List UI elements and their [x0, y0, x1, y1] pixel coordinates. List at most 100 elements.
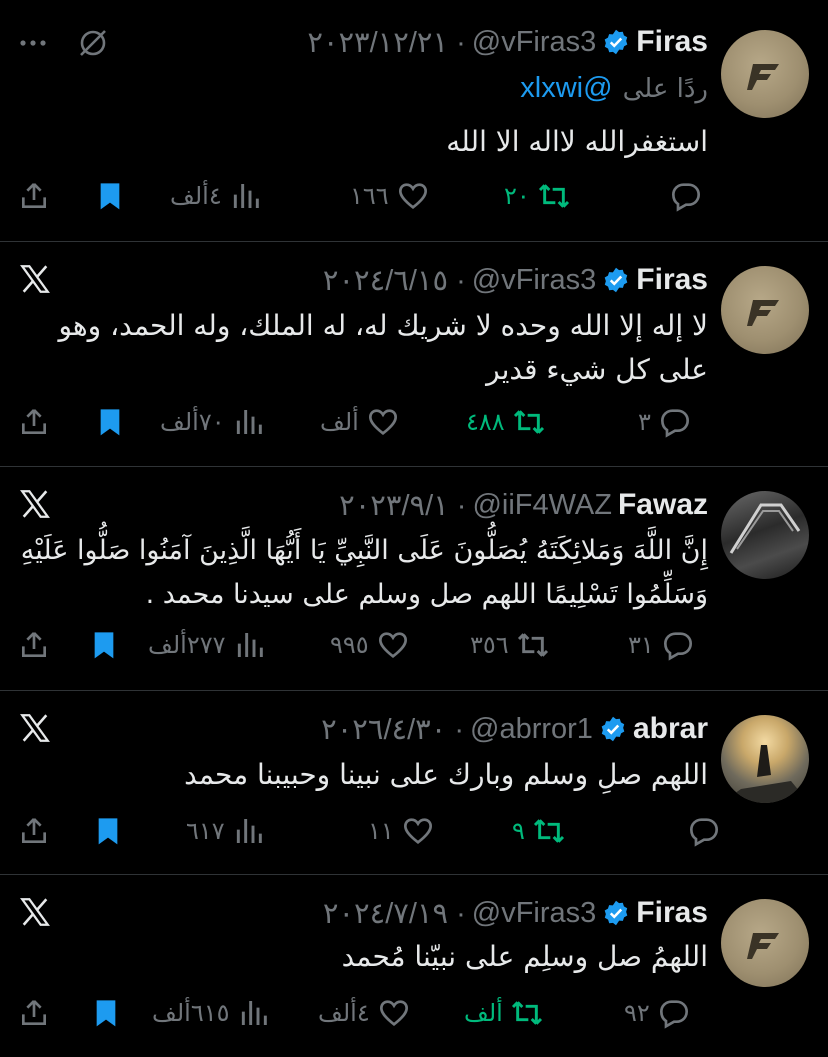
retweet-button[interactable]: ٢٠: [504, 176, 570, 216]
tweet-text: اللهم صلِ وسلم وبارك على نبينا وحبيبنا م…: [184, 758, 708, 791]
views-count: ٦١٥ألف: [152, 999, 230, 1027]
date[interactable]: ٢٠٢٣/٩/١ ·: [339, 488, 466, 523]
reply-count: ٩٢: [624, 999, 650, 1027]
like-count: ٩٩٥: [330, 631, 369, 659]
heart-icon: [378, 632, 407, 659]
share-button[interactable]: [18, 811, 50, 851]
action-bar: ٤ألف ١٦٦ ٢٠: [18, 176, 701, 216]
x-logo-icon[interactable]: [18, 711, 52, 749]
share-button[interactable]: [18, 625, 50, 665]
reply-button[interactable]: [680, 811, 720, 851]
retweet-count: ٢٠: [504, 182, 530, 210]
verified-badge-icon: [604, 267, 628, 293]
reply-button[interactable]: ٩٢: [624, 993, 690, 1033]
display-name[interactable]: Firas: [636, 896, 708, 930]
retweet-icon: [533, 819, 564, 843]
retweet-count: ٣٥٦: [470, 631, 509, 659]
reply-icon: [659, 1000, 688, 1029]
share-icon: [22, 1000, 46, 1025]
views-icon: [241, 1001, 267, 1025]
x-logo-icon[interactable]: [18, 262, 52, 300]
share-button[interactable]: [18, 993, 50, 1033]
date[interactable]: ٢٠٢٤/٦/١٥ ·: [323, 263, 466, 298]
display-name[interactable]: Firas: [636, 25, 708, 59]
views-button[interactable]: ٢٧٧ألف: [148, 625, 266, 665]
handle[interactable]: @vFiras3: [472, 897, 597, 930]
avatar[interactable]: [721, 30, 809, 118]
bookmark-icon: [98, 818, 118, 845]
tweet-header: abrar @abrror1 ٢٠٢٦/٤/٣٠ ·: [321, 709, 708, 749]
tweet-text: لا إله إلا الله وحده لا شريك له، له المل…: [58, 309, 708, 386]
like-button[interactable]: ١١: [368, 811, 434, 851]
views-button[interactable]: ٧٠ألف: [160, 402, 265, 442]
action-bar: ٧٠ألف ألف ٤٨٨ ٣: [18, 402, 698, 442]
tweet[interactable]: abrar @abrror1 ٢٠٢٦/٤/٣٠ · اللهم صلِ وسل…: [0, 691, 828, 875]
bookmark-button[interactable]: [94, 402, 126, 442]
heart-icon: [379, 1000, 408, 1027]
retweet-button[interactable]: ٤٨٨: [466, 402, 545, 442]
tweet[interactable]: Firas @vFiras3 ٢٠٢٤/٦/١٥ · لا إله إلا ال…: [0, 242, 828, 467]
reply-button[interactable]: [662, 176, 702, 216]
tweet[interactable]: Firas @vFiras3 ٢٠٢٤/٧/١٩ · اللهمُ صل وسل…: [0, 875, 828, 1057]
retweet-button[interactable]: ألف: [464, 993, 543, 1033]
reply-icon: [671, 183, 701, 212]
views-button[interactable]: ٤ألف: [170, 176, 262, 216]
bookmark-icon: [96, 1000, 116, 1027]
bookmark-button[interactable]: [88, 625, 120, 665]
display-name[interactable]: Firas: [636, 263, 708, 297]
action-bar: ٢٧٧ألف ٩٩٥ ٣٥٦ ٣١: [18, 625, 698, 665]
tweet-header: Firas @vFiras3 ٢٠٢٣/١٢/٢١ ·: [307, 22, 708, 62]
share-icon: [22, 409, 46, 434]
views-button[interactable]: ٦١٥ألف: [152, 993, 270, 1033]
verified-badge-icon: [601, 716, 625, 742]
reply-button[interactable]: ٣١: [628, 625, 694, 665]
views-count: ٦١٧: [186, 817, 225, 845]
handle[interactable]: @iiF4WAZ: [472, 489, 612, 522]
views-icon: [237, 633, 263, 657]
retweet-icon: [538, 184, 569, 208]
views-icon: [236, 410, 262, 434]
like-button[interactable]: ألف: [320, 402, 399, 442]
heart-icon: [403, 818, 432, 845]
avatar[interactable]: [721, 491, 809, 579]
like-button[interactable]: ٤ألف: [318, 993, 410, 1033]
views-count: ٤ألف: [170, 182, 222, 210]
handle[interactable]: @vFiras3: [472, 26, 597, 59]
share-button[interactable]: [18, 176, 50, 216]
display-name[interactable]: Fawaz: [618, 488, 708, 522]
like-button[interactable]: ١٦٦: [350, 176, 429, 216]
display-name[interactable]: abrar: [633, 712, 708, 746]
tweet[interactable]: Fawaz @iiF4WAZ ٢٠٢٣/٩/١ · إِنَّ اللَّهَ …: [0, 467, 828, 691]
date[interactable]: ٢٠٢٤/٧/١٩ ·: [323, 896, 466, 931]
reply-mention[interactable]: @xlxwi: [520, 72, 612, 105]
bookmark-icon: [100, 409, 120, 436]
handle[interactable]: @vFiras3: [472, 264, 597, 297]
tweet-header: Firas @vFiras3 ٢٠٢٤/٦/١٥ ·: [323, 260, 708, 300]
tweet[interactable]: Firas @vFiras3 ٢٠٢٣/١٢/٢١ · ردًا على @xl…: [0, 0, 828, 242]
avatar[interactable]: [721, 715, 809, 803]
x-logo-icon[interactable]: [18, 487, 52, 525]
retweet-button[interactable]: ٩: [512, 811, 565, 851]
date[interactable]: ٢٠٢٣/١٢/٢١ ·: [307, 25, 465, 60]
grok-icon[interactable]: [76, 26, 110, 64]
bookmark-button[interactable]: [92, 811, 124, 851]
like-count: ٤ألف: [318, 999, 370, 1027]
x-logo-icon[interactable]: [18, 895, 52, 933]
bookmark-button[interactable]: [90, 993, 122, 1033]
tweet-text: استغفرالله لااله الا الله: [446, 125, 708, 158]
tweet-text: اللهمُ صل وسلِم على نبيّنا مُحمد: [341, 940, 708, 973]
reply-count: ٣١: [628, 631, 654, 659]
bookmark-button[interactable]: [94, 176, 126, 216]
retweet-count: ٩: [512, 817, 525, 845]
handle[interactable]: @abrror1: [470, 713, 593, 746]
like-button[interactable]: ٩٩٥: [330, 625, 409, 665]
retweet-button[interactable]: ٣٥٦: [470, 625, 549, 665]
share-button[interactable]: [18, 402, 50, 442]
reply-button[interactable]: ٣: [638, 402, 691, 442]
avatar[interactable]: [721, 899, 809, 987]
views-button[interactable]: ٦١٧: [186, 811, 265, 851]
more-icon[interactable]: [18, 28, 48, 62]
tweet-text: إِنَّ اللَّهَ وَمَلائِكَتَهُ يُصَلُّونَ …: [20, 535, 708, 610]
avatar[interactable]: [721, 266, 809, 354]
date[interactable]: ٢٠٢٦/٤/٣٠ ·: [321, 712, 464, 747]
